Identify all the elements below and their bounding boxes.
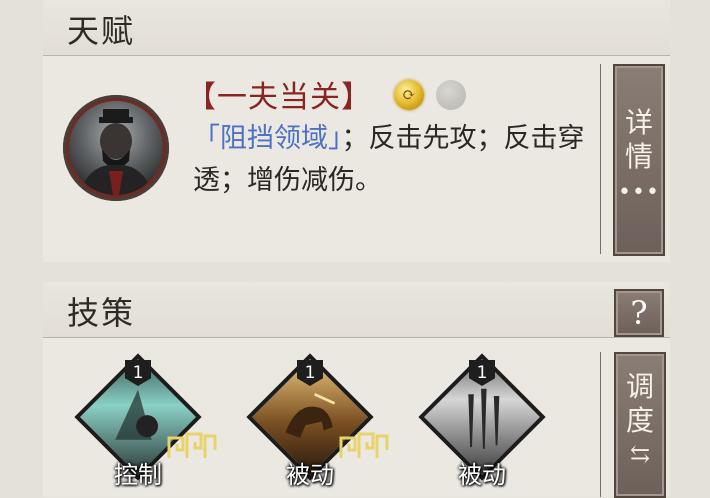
skill-slot-3[interactable]: 1 被动 xyxy=(411,353,546,497)
adjust-char-1: 调 xyxy=(625,370,654,403)
skills-title: 技策 xyxy=(67,294,136,332)
skill-label: 被动 xyxy=(458,461,506,489)
general-avatar[interactable] xyxy=(63,95,169,201)
talent-panel: 天赋 【一夫当关】 ⟳ 「阻挡领域」；反击先攻；反击穿透；增伤减伤。 详 情 •… xyxy=(43,0,670,262)
general-portrait xyxy=(69,101,163,195)
help-button[interactable]: ? xyxy=(614,289,664,337)
more-dots-icon: ••• xyxy=(618,180,660,205)
detail-char-1: 详 xyxy=(624,106,653,139)
skills-header: 技策 ? xyxy=(43,282,670,338)
talent-name: 【一夫当关】 xyxy=(186,80,372,115)
divider xyxy=(600,352,601,497)
talent-coin-inactive-icon xyxy=(436,80,466,110)
talent-coin-active-icon: ⟳ xyxy=(394,80,424,110)
talent-header: 天赋 xyxy=(43,0,670,56)
swap-arrows-icon: ⇆ xyxy=(629,440,651,468)
detail-button[interactable]: 详 情 ••• xyxy=(613,64,665,256)
talent-description: 「阻挡领域」；反击先攻；反击穿透；增伤减伤。 xyxy=(193,118,613,202)
skill-label: 被动 xyxy=(286,461,334,489)
skill-slot-2[interactable]: 1 被动 xyxy=(239,353,389,497)
talent-keyword-link[interactable]: 「阻挡领域」 xyxy=(193,123,342,154)
detail-char-2: 情 xyxy=(624,140,653,173)
divider xyxy=(600,64,601,254)
adjust-char-2: 度 xyxy=(625,404,654,437)
skill-label: 控制 xyxy=(114,461,162,489)
adjust-button[interactable]: 调 度 ⇆ xyxy=(614,352,666,498)
skill-slot-1[interactable]: 1 控制 xyxy=(67,353,217,497)
skills-panel: 技策 ? 1 控制 1 被动 1 被动 调 度 ⇆ xyxy=(43,282,670,498)
talent-title: 天赋 xyxy=(67,12,136,50)
